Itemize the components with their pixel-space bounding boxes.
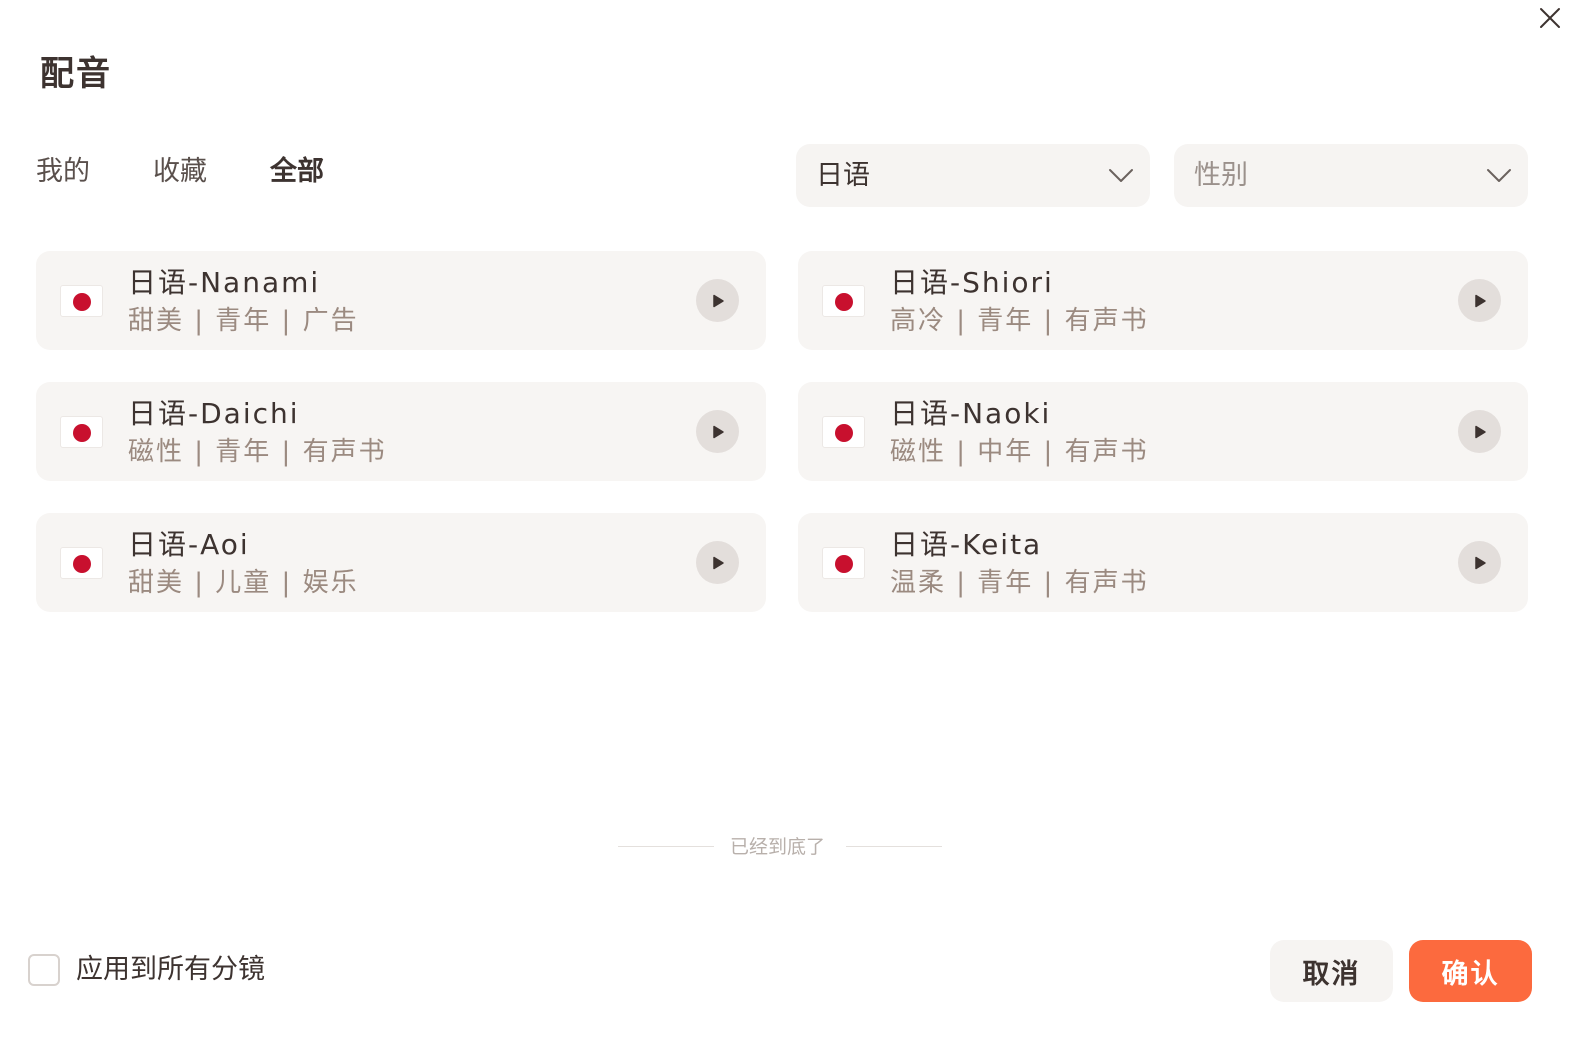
japan-flag-icon <box>822 416 865 448</box>
chevron-down-icon <box>1487 169 1511 182</box>
play-button[interactable] <box>696 541 739 584</box>
tab-favorites[interactable]: 收藏 <box>153 152 207 192</box>
voice-card[interactable]: 日语-Naoki 磁性 | 中年 | 有声书 <box>798 382 1528 481</box>
play-icon <box>1474 425 1486 438</box>
close-icon <box>1540 8 1560 28</box>
play-icon <box>712 556 724 569</box>
japan-flag-icon <box>822 547 865 579</box>
apply-all-checkbox[interactable] <box>28 954 60 986</box>
voice-card[interactable]: 日语-Daichi 磁性 | 青年 | 有声书 <box>36 382 766 481</box>
play-button[interactable] <box>1458 279 1501 322</box>
gender-select[interactable]: 性别 <box>1174 144 1528 207</box>
play-button[interactable] <box>1458 410 1501 453</box>
play-icon <box>712 425 724 438</box>
japan-flag-icon <box>60 416 103 448</box>
voice-card[interactable]: 日语-Keita 温柔 | 青年 | 有声书 <box>798 513 1528 612</box>
play-icon <box>712 294 724 307</box>
tab-all[interactable]: 全部 <box>270 152 324 192</box>
voice-name: 日语-Keita <box>890 528 1043 561</box>
voice-name: 日语-Daichi <box>128 397 300 430</box>
language-select[interactable]: 日语 <box>796 144 1150 207</box>
play-icon <box>1474 556 1486 569</box>
play-button[interactable] <box>696 279 739 322</box>
voice-name: 日语-Aoi <box>128 528 250 561</box>
play-button[interactable] <box>1458 541 1501 584</box>
voice-tags: 磁性 | 青年 | 有声书 <box>128 437 387 467</box>
voice-tags: 甜美 | 青年 | 广告 <box>128 306 359 336</box>
tab-bar: 我的 收藏 全部 <box>36 152 387 192</box>
list-end-text: 已经到底了 <box>730 836 826 858</box>
apply-all-label: 应用到所有分镜 <box>76 954 265 985</box>
japan-flag-icon <box>60 285 103 317</box>
voice-card[interactable]: 日语-Nanami 甜美 | 青年 | 广告 <box>36 251 766 350</box>
tab-mine[interactable]: 我的 <box>36 152 90 192</box>
voice-card[interactable]: 日语-Aoi 甜美 | 儿童 | 娱乐 <box>36 513 766 612</box>
list-end-indicator: 已经到底了 <box>618 830 942 864</box>
voice-name: 日语-Nanami <box>128 266 321 299</box>
confirm-button[interactable]: 确认 <box>1409 940 1532 1002</box>
dialog-title: 配音 <box>40 54 112 94</box>
japan-flag-icon <box>822 285 865 317</box>
divider <box>618 846 714 847</box>
voice-tags: 甜美 | 儿童 | 娱乐 <box>128 568 359 598</box>
divider <box>846 846 942 847</box>
close-button[interactable] <box>1534 2 1566 34</box>
gender-select-placeholder: 性别 <box>1194 160 1248 191</box>
voice-name: 日语-Shiori <box>890 266 1054 299</box>
language-select-value: 日语 <box>816 160 870 191</box>
voice-tags: 磁性 | 中年 | 有声书 <box>890 437 1149 467</box>
apply-all-option[interactable]: 应用到所有分镜 <box>28 952 265 988</box>
voice-tags: 高冷 | 青年 | 有声书 <box>890 306 1149 336</box>
voice-name: 日语-Naoki <box>890 397 1052 430</box>
play-button[interactable] <box>696 410 739 453</box>
voice-tags: 温柔 | 青年 | 有声书 <box>890 568 1149 598</box>
voice-card[interactable]: 日语-Shiori 高冷 | 青年 | 有声书 <box>798 251 1528 350</box>
play-icon <box>1474 294 1486 307</box>
japan-flag-icon <box>60 547 103 579</box>
chevron-down-icon <box>1109 169 1133 182</box>
cancel-button[interactable]: 取消 <box>1270 940 1393 1002</box>
